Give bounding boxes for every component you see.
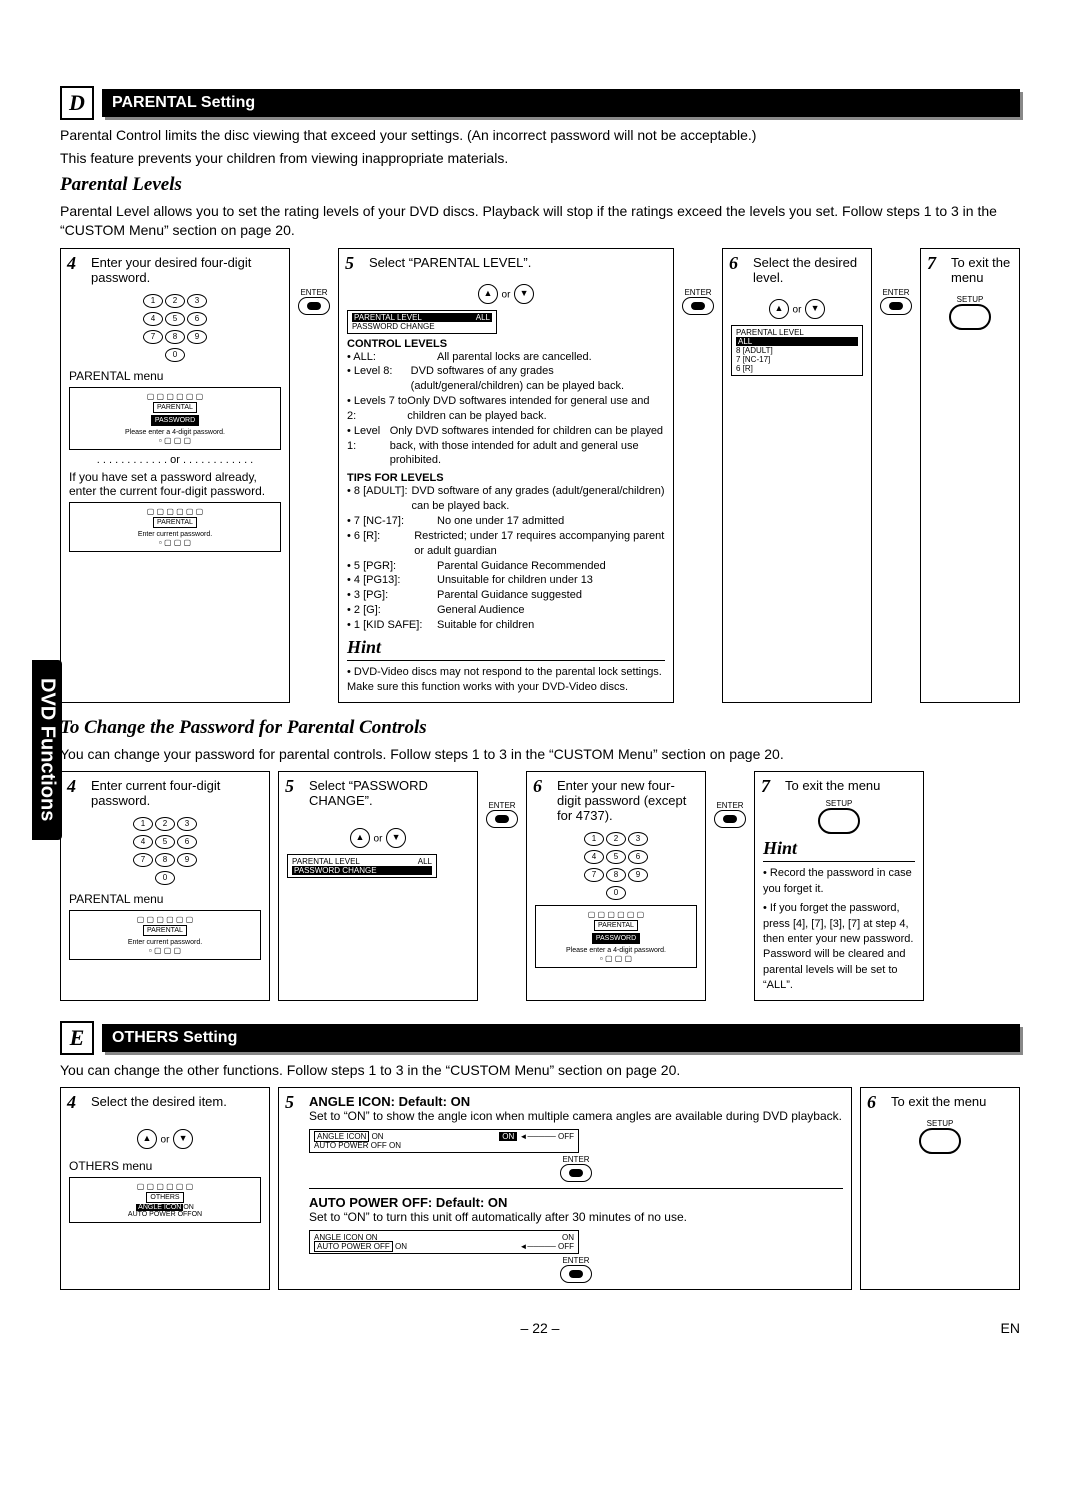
auto-power-heading: AUTO POWER OFF: [309,1195,432,1210]
enter-button-icon [560,1265,592,1283]
enter-label: ENTER [309,1155,843,1164]
down-arrow-icon: ▼ [173,1129,193,1149]
e-step4-num: 4 [67,1092,76,1113]
step7-num: 7 [927,253,936,274]
parental-level-list1: PARENTAL LEVELALL PASSWORD CHANGE [347,310,497,334]
pw-step5-text: Select “PASSWORD CHANGE”. [309,778,469,808]
down-arrow-icon: ▼ [805,299,825,319]
step7-text: To exit the menu [951,255,1011,285]
step5-text: Select “PARENTAL LEVEL”. [369,255,665,270]
pw-step5-num: 5 [285,776,294,797]
tips-heading: TIPS FOR LEVELS [347,472,665,484]
enter-button-icon [714,810,746,828]
parental-levels-text: Parental Level allows you to set the rat… [60,202,1020,240]
enter-button-icon [560,1164,592,1182]
setup-button-icon [818,808,860,834]
pw-menu-box2: ▢ ▢ ▢ ▢ ▢ ▢ PARENTAL PASSWORD Please ent… [535,905,697,968]
angle-icon-default: Default: ON [399,1094,471,1109]
enter-label: ENTER [309,1256,843,1265]
step4-note: If you have set a password already, ente… [69,470,281,498]
enter-button-icon [880,297,912,315]
subhead-change-password: To Change the Password for Parental Cont… [60,717,1020,739]
setup-label: SETUP [869,1119,1011,1128]
e-step6-num: 6 [867,1092,876,1113]
enter-label: ENTER [298,288,330,297]
hint1-text: • DVD-Video discs may not respond to the… [347,665,665,696]
up-arrow-icon: ▲ [769,299,789,319]
control-levels-heading: CONTROL LEVELS [347,338,665,350]
numeric-keypad: 123 456 789 0 [69,291,281,363]
enter-label: ENTER [880,288,912,297]
step6-num: 6 [729,253,738,274]
numeric-keypad: 123 456 789 0 [69,814,261,886]
down-arrow-icon: ▼ [514,284,534,304]
setup-button-icon [919,1128,961,1154]
setup-label: SETUP [763,799,915,808]
section-title-e: OTHERS Setting [102,1024,1020,1052]
hint1-heading: Hint [347,637,665,661]
step6-text: Select the desired level. [753,255,863,285]
section-d-intro2: This feature prevents your children from… [60,149,1020,168]
pw-list: PARENTAL LEVELALL PASSWORD CHANGE [287,854,437,878]
numeric-keypad: 123 456 789 0 [535,829,697,901]
pw-step4-text: Enter current four-digit password. [91,778,261,808]
change-password-text: You can change your password for parenta… [60,745,1020,764]
angle-icon-heading: ANGLE ICON: [309,1094,395,1109]
down-arrow-icon: ▼ [386,828,406,848]
parental-menu-box2: ▢ ▢ ▢ ▢ ▢ ▢ PARENTAL Enter current passw… [69,502,281,552]
pw-step7-text: To exit the menu [785,778,915,793]
e-step6-text: To exit the menu [891,1094,1011,1109]
angle-icon-text: Set to “ON” to show the angle icon when … [309,1109,843,1123]
hint2-heading: Hint [763,838,915,862]
parental-menu-box1: ▢ ▢ ▢ ▢ ▢ ▢ PARENTAL PASSWORD Please ent… [69,387,281,450]
up-arrow-icon: ▲ [350,828,370,848]
page-number: – 22 – [521,1320,560,1336]
enter-label: ENTER [486,801,518,810]
parental-menu-label: PARENTAL menu [69,369,281,383]
or-text: or [502,289,511,300]
section-e-intro: You can change the other functions. Foll… [60,1061,1020,1080]
section-letter-d: D [60,86,94,120]
step5-num: 5 [345,253,354,274]
up-arrow-icon: ▲ [137,1129,157,1149]
section-title-d: PARENTAL Setting [102,89,1020,117]
section-d-intro1: Parental Control limits the disc viewing… [60,126,1020,145]
pw-step6-num: 6 [533,776,542,797]
page-lang: EN [1001,1320,1020,1336]
enter-button-icon [682,297,714,315]
step4-text: Enter your desired four-digit password. [91,255,281,285]
hint2-text1: • Record the password in case you forget… [763,866,915,897]
auto-power-default: Default: ON [436,1195,508,1210]
auto-power-text: Set to “ON” to turn this unit off automa… [309,1210,843,1224]
setup-label: SETUP [929,295,1011,304]
angle-icon-list: ANGLE ICON ONON ◄───── OFF AUTO POWER OF… [309,1129,579,1153]
auto-power-list: ANGLE ICON ONON AUTO POWER OFF ON◄───── … [309,1230,579,1254]
side-tab: DVD Functions [32,660,62,840]
enter-button-icon [298,297,330,315]
parental-level-list2: PARENTAL LEVEL ALL 8 [ADULT] 7 [NC-17] 6… [731,325,863,376]
enter-button-icon [486,810,518,828]
pw-menu-box1: ▢ ▢ ▢ ▢ ▢ ▢ PARENTAL Enter current passw… [69,910,261,960]
others-menu-box: ▢ ▢ ▢ ▢ ▢ ▢ OTHERS ANGLE ICONON AUTO POW… [69,1177,261,1223]
e-step4-text: Select the desired item. [91,1094,261,1109]
enter-label: ENTER [714,801,746,810]
others-menu-label: OTHERS menu [69,1159,261,1173]
pw-step6-text: Enter your new four-digit password (exce… [557,778,697,823]
enter-label: ENTER [682,288,714,297]
subhead-parental-levels: Parental Levels [60,174,1020,196]
setup-button-icon [949,304,991,330]
pw-parental-menu-label: PARENTAL menu [69,892,261,906]
step4-num: 4 [67,253,76,274]
pw-step7-num: 7 [761,776,770,797]
hint2-text2: • If you forget the password, press [4],… [763,901,915,993]
e-step5-num: 5 [285,1092,294,1113]
up-arrow-icon: ▲ [478,284,498,304]
pw-step4-num: 4 [67,776,76,797]
or-divider: . . . . . . . . . . . . or . . . . . . .… [69,454,281,466]
section-letter-e: E [60,1021,94,1055]
